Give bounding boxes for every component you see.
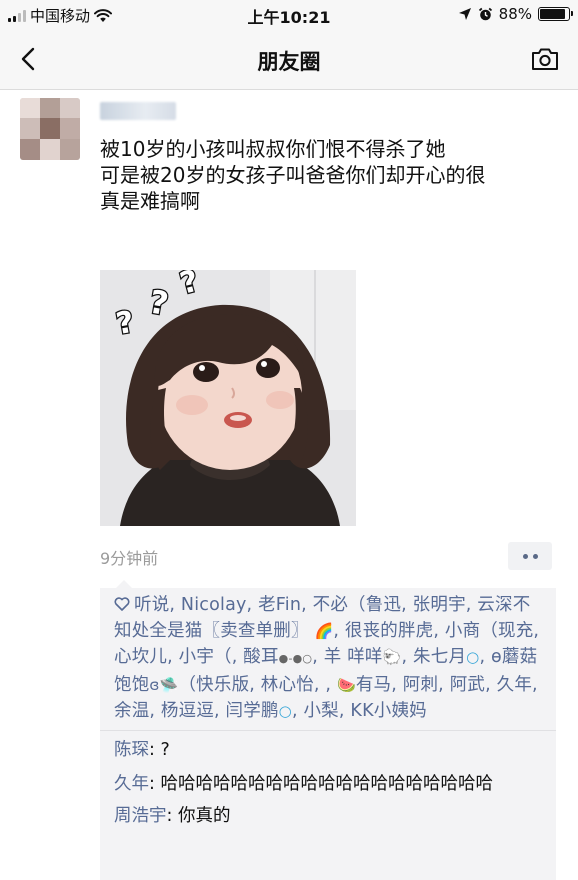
alarm-icon xyxy=(478,7,492,20)
heart-icon xyxy=(114,597,130,611)
avatar[interactable] xyxy=(20,98,80,160)
likes-text-6: （快乐版, 林心怡, , xyxy=(178,675,332,695)
battery-fill xyxy=(540,9,565,19)
comment-author[interactable]: 周浩宇 xyxy=(114,806,167,826)
location-arrow-icon xyxy=(458,8,471,20)
circle-emoji-2: ○ xyxy=(278,702,292,720)
ufo-emoji: 🛸 xyxy=(159,676,179,694)
page-title: 朋友圈 xyxy=(257,50,321,74)
sheep-emoji: 🐑 xyxy=(382,648,402,666)
rainbow-emoji: 🌈 xyxy=(314,622,334,640)
comment-row[interactable]: 久年: 哈哈哈哈哈哈哈哈哈哈哈哈哈哈哈哈哈哈哈 xyxy=(100,771,556,797)
nav-bar: 朋友圈 xyxy=(0,28,578,90)
g-emoji: ɞ xyxy=(149,676,160,694)
divider xyxy=(100,730,556,731)
battery-percent: 88% xyxy=(498,5,532,23)
likes-text-3: , 羊 咩咩 xyxy=(312,647,383,667)
status-right: 88% xyxy=(458,5,573,23)
username-blurred[interactable] xyxy=(100,102,176,120)
post-text: 被10岁的小孩叫叔叔你们恨不得杀了她 可是被20岁的女孩子叫爸爸你们却开心的很 … xyxy=(100,137,486,213)
comment-author[interactable]: 久年 xyxy=(114,774,149,794)
post-photo[interactable]: ? ? ? xyxy=(100,270,356,526)
post-time: 9分钟前 xyxy=(100,549,159,568)
likes-list[interactable]: 听说, Nicolay, 老Fin, 不必（鲁迅, 张明宇, 云深不知处全是猫〖… xyxy=(100,588,556,730)
battery-icon xyxy=(538,7,573,21)
comment-author[interactable]: 陈琛 xyxy=(114,740,149,760)
comment-separator: : xyxy=(149,740,161,760)
comment-row[interactable]: 周浩宇: 你真的 xyxy=(100,803,556,829)
comment-text: 哈哈哈哈哈哈哈哈哈哈哈哈哈哈哈哈哈哈哈 xyxy=(160,774,493,794)
more-options-button[interactable] xyxy=(508,542,552,570)
comment-separator: : xyxy=(149,774,161,794)
comment-text: ? xyxy=(160,740,170,760)
comment-text: 你真的 xyxy=(177,806,231,826)
status-bar: 中国移动 上午10:21 88% xyxy=(0,0,578,28)
likes-comments-box: 听说, Nicolay, 老Fin, 不必（鲁迅, 张明宇, 云深不知处全是猫〖… xyxy=(100,580,556,880)
eyes-emoji: ●-●○ xyxy=(278,652,313,665)
circle-emoji-1: ○ xyxy=(466,648,480,666)
comment-separator: : xyxy=(166,806,178,826)
comment-row[interactable]: 陈琛: ? xyxy=(100,737,556,763)
likes-text-8: , 小梨, KK小姨妈 xyxy=(291,701,427,721)
likes-text-4: , 朱七月 xyxy=(401,647,467,667)
watermelon-emoji: 🍉 xyxy=(336,676,356,694)
camera-icon[interactable] xyxy=(530,45,560,73)
